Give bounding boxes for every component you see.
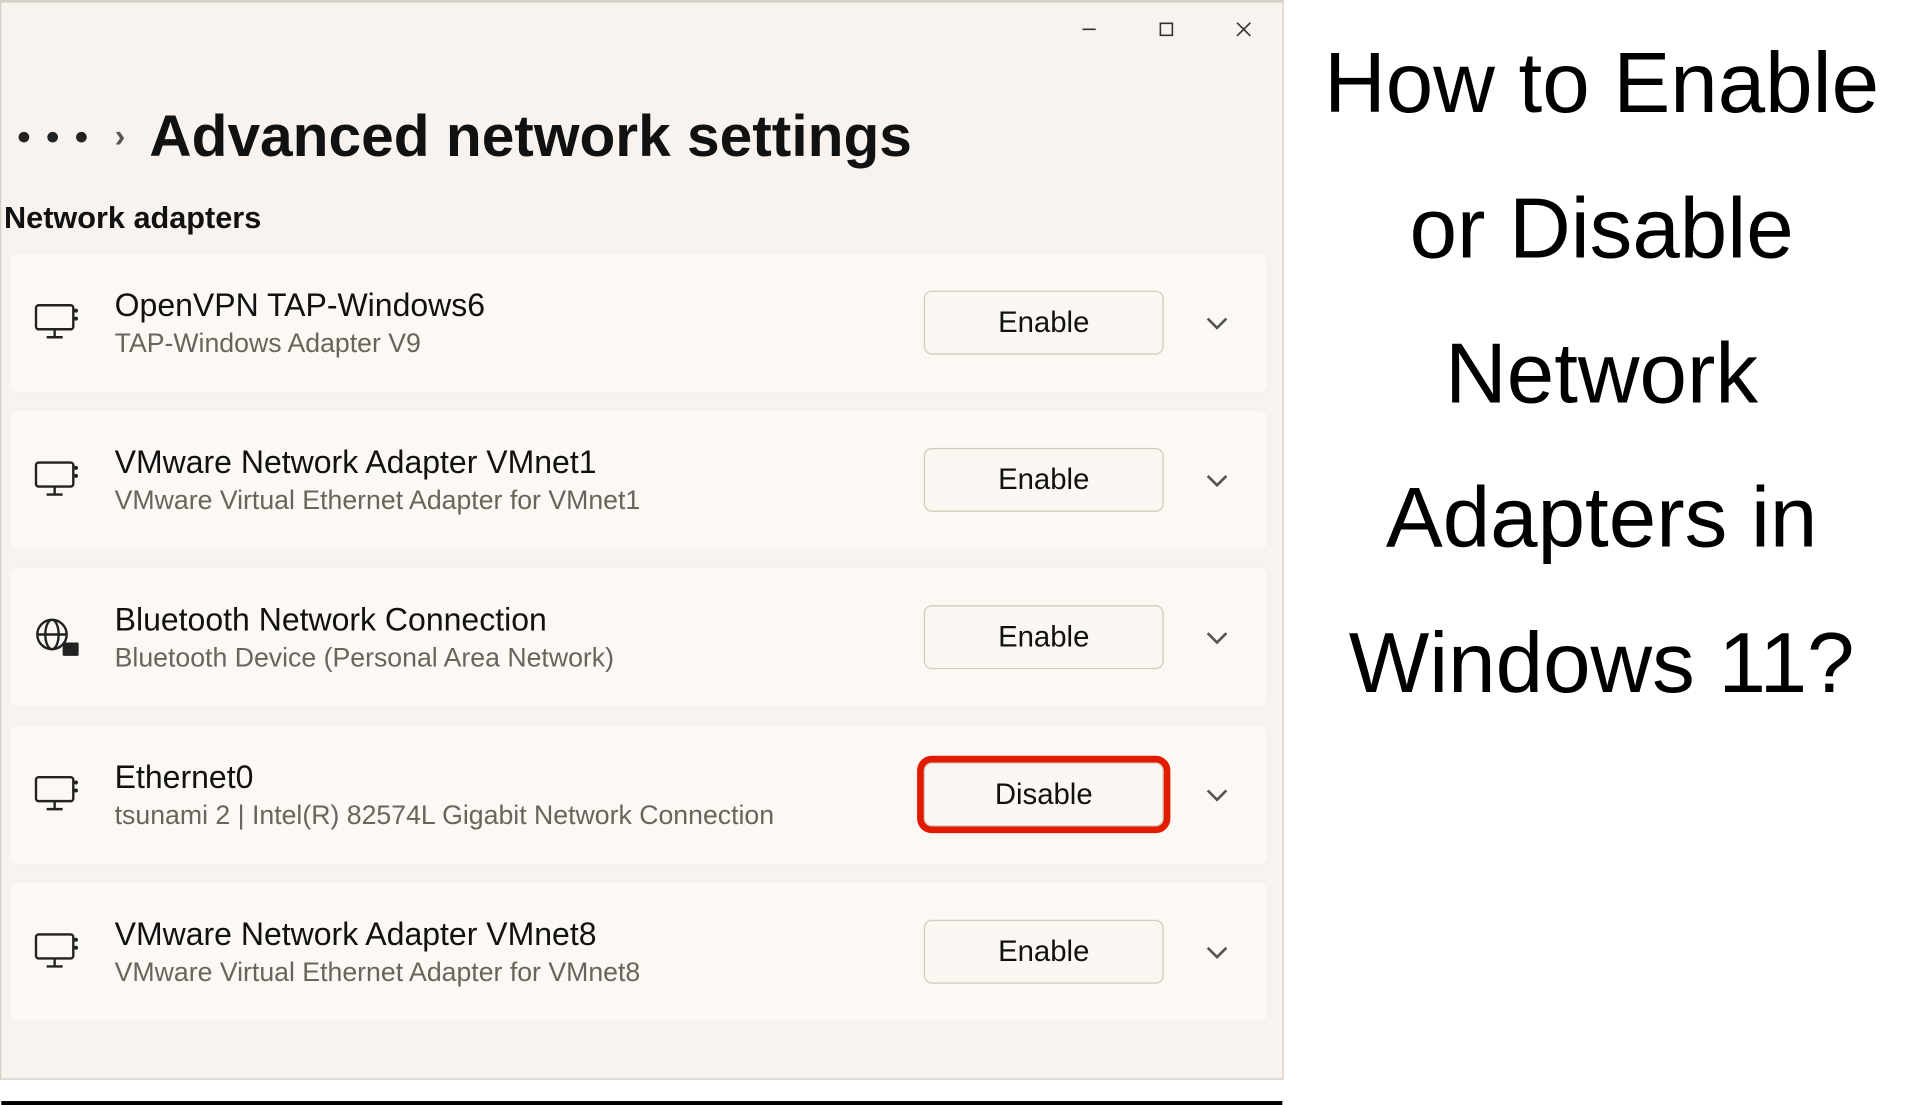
page-title: Advanced network settings bbox=[149, 104, 912, 171]
close-icon bbox=[1234, 20, 1253, 39]
monitor-icon bbox=[24, 447, 91, 514]
chevron-down-icon bbox=[1205, 472, 1229, 488]
title-bar bbox=[1, 3, 1282, 67]
enable-button[interactable]: Enable bbox=[924, 291, 1164, 355]
adapter-card[interactable]: Bluetooth Network Connection Bluetooth D… bbox=[9, 567, 1269, 708]
expand-button[interactable] bbox=[1190, 296, 1243, 349]
adapter-list: OpenVPN TAP-Windows6 TAP-Windows Adapter… bbox=[1, 252, 1282, 1022]
tutorial-title-text: How to Enable or Disable Network Adapter… bbox=[1310, 11, 1893, 736]
divider bbox=[1, 1101, 1282, 1105]
expand-button[interactable] bbox=[1190, 453, 1243, 506]
chevron-down-icon bbox=[1205, 944, 1229, 960]
adapter-title: Bluetooth Network Connection bbox=[115, 601, 924, 641]
adapter-title: OpenVPN TAP-Windows6 bbox=[115, 286, 924, 326]
chevron-down-icon bbox=[1205, 629, 1229, 645]
expand-button[interactable] bbox=[1190, 925, 1243, 978]
expand-button[interactable] bbox=[1190, 768, 1243, 821]
monitor-icon bbox=[24, 918, 91, 985]
adapter-title: VMware Network Adapter VMnet8 bbox=[115, 915, 924, 955]
monitor-icon bbox=[24, 761, 91, 828]
adapter-title: Ethernet0 bbox=[115, 758, 924, 798]
chevron-down-icon bbox=[1205, 786, 1229, 802]
enable-button[interactable]: Enable bbox=[924, 920, 1164, 984]
settings-window: • • • › Advanced network settings Networ… bbox=[0, 0, 1284, 1080]
maximize-button[interactable] bbox=[1128, 3, 1205, 56]
adapter-subtitle: VMware Virtual Ethernet Adapter for VMne… bbox=[115, 486, 924, 517]
enable-button[interactable]: Enable bbox=[924, 605, 1164, 669]
breadcrumb-more-icon[interactable]: • • • bbox=[17, 119, 90, 156]
expand-button[interactable] bbox=[1190, 611, 1243, 664]
monitor-icon bbox=[24, 289, 91, 356]
adapter-subtitle: Bluetooth Device (Personal Area Network) bbox=[115, 643, 924, 674]
close-button[interactable] bbox=[1205, 3, 1282, 56]
breadcrumb: • • • › Advanced network settings bbox=[1, 67, 1282, 192]
disable-button[interactable]: Disable bbox=[924, 762, 1164, 826]
adapter-card[interactable]: Ethernet0 tsunami 2 | Intel(R) 82574L Gi… bbox=[9, 724, 1269, 865]
minimize-icon bbox=[1080, 20, 1099, 39]
tutorial-title-panel: How to Enable or Disable Network Adapter… bbox=[1284, 0, 1920, 1080]
maximize-icon bbox=[1157, 20, 1176, 39]
globe-network-icon bbox=[24, 604, 91, 671]
chevron-down-icon bbox=[1205, 315, 1229, 331]
adapter-title: VMware Network Adapter VMnet1 bbox=[115, 443, 924, 483]
section-label-network-adapters: Network adapters bbox=[1, 192, 1282, 252]
adapter-card[interactable]: OpenVPN TAP-Windows6 TAP-Windows Adapter… bbox=[9, 252, 1269, 393]
adapter-subtitle: VMware Virtual Ethernet Adapter for VMne… bbox=[115, 958, 924, 989]
minimize-button[interactable] bbox=[1050, 3, 1127, 56]
adapter-subtitle: TAP-Windows Adapter V9 bbox=[115, 329, 924, 360]
adapter-card[interactable]: VMware Network Adapter VMnet1 VMware Vir… bbox=[9, 409, 1269, 550]
chevron-right-icon: › bbox=[115, 119, 126, 156]
adapter-card[interactable]: VMware Network Adapter VMnet8 VMware Vir… bbox=[9, 881, 1269, 1022]
adapter-subtitle: tsunami 2 | Intel(R) 82574L Gigabit Netw… bbox=[115, 800, 924, 831]
enable-button[interactable]: Enable bbox=[924, 448, 1164, 512]
